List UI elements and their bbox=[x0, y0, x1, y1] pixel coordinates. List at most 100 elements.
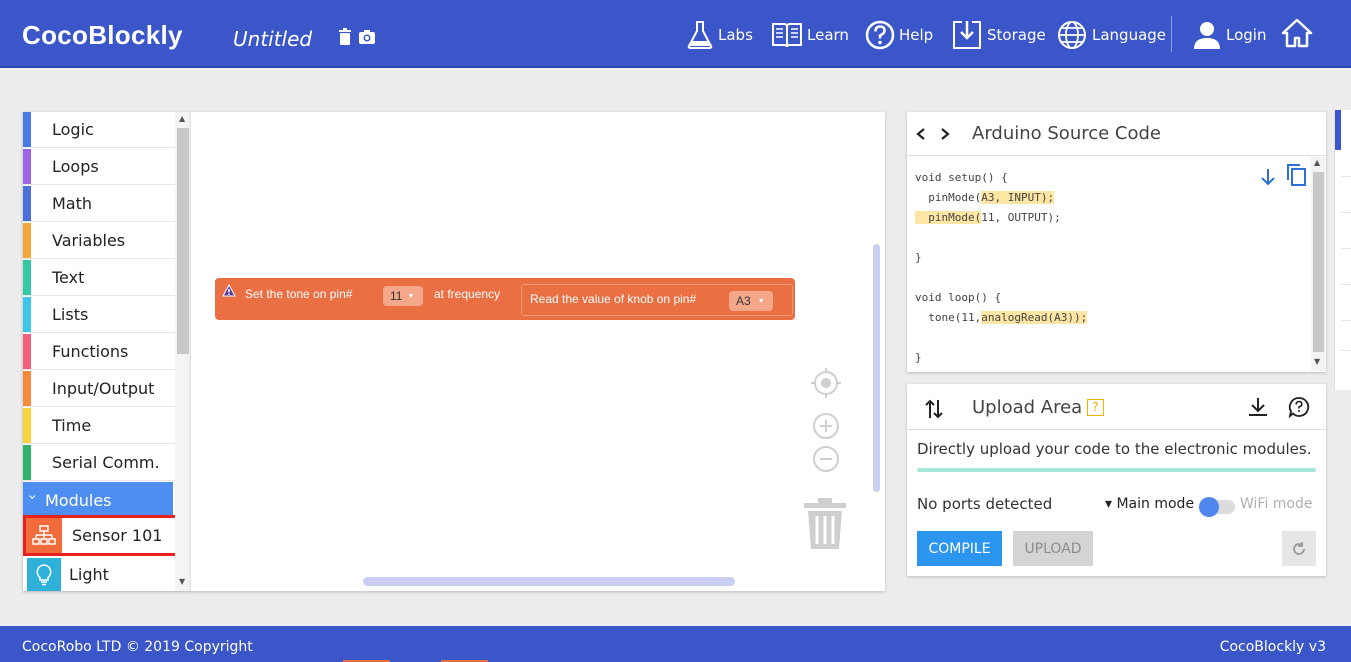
category-label: Input/Output bbox=[52, 379, 155, 398]
swap-vertical-icon[interactable] bbox=[924, 398, 944, 420]
upload-help-badge[interactable]: ? bbox=[1087, 399, 1104, 416]
workspace-vertical-scrollbar[interactable] bbox=[873, 244, 880, 492]
sidebar-item-serial-comm[interactable]: Serial Comm. bbox=[23, 445, 175, 481]
right-edge-panel bbox=[1334, 110, 1351, 390]
globe-icon bbox=[1058, 21, 1086, 49]
download-tray-icon[interactable] bbox=[1247, 396, 1269, 418]
help-chat-icon[interactable] bbox=[1288, 396, 1310, 418]
workspace-trash-icon[interactable] bbox=[802, 497, 848, 551]
footer-copyright: CocoRobo LTD © 2019 Copyright bbox=[22, 639, 253, 655]
nav-labs[interactable]: Labs bbox=[686, 18, 753, 52]
category-color-bar bbox=[23, 334, 31, 369]
lightbulb-icon bbox=[27, 558, 61, 591]
zoom-out-icon[interactable] bbox=[812, 445, 840, 473]
ports-status: No ports detected bbox=[917, 495, 1053, 513]
category-color-bar bbox=[23, 371, 31, 406]
category-label: Math bbox=[52, 194, 93, 213]
wifi-mode-label: WiFi mode bbox=[1240, 496, 1313, 512]
nav-login-label: Login bbox=[1226, 26, 1267, 44]
pin-dropdown[interactable]: 11 ▼ bbox=[383, 286, 423, 306]
sidebar-item-loops[interactable]: Loops bbox=[23, 149, 175, 185]
nav-language[interactable]: Language bbox=[1056, 18, 1166, 52]
source-code-text[interactable]: void setup() { pinMode(A3, INPUT); pinMo… bbox=[915, 168, 1088, 368]
category-color-bar bbox=[23, 186, 31, 221]
knob-block-label: Read the value of knob on pin# bbox=[530, 292, 697, 306]
document-title[interactable]: Untitled bbox=[233, 27, 312, 51]
category-color-bar bbox=[23, 149, 31, 184]
category-label: Loops bbox=[52, 157, 99, 176]
sidebar-item-functions[interactable]: Functions bbox=[23, 334, 175, 370]
upload-area-title: Upload Area bbox=[972, 397, 1083, 418]
sidebar-item-logic[interactable]: Logic bbox=[23, 112, 175, 148]
divider bbox=[1341, 284, 1351, 285]
footer: CocoRobo LTD © 2019 Copyright CocoBlockl… bbox=[0, 626, 1351, 662]
blockly-workspace[interactable]: Set the tone on pin# 11 ▼ at frequency R… bbox=[191, 112, 885, 591]
nav-labs-label: Labs bbox=[718, 26, 753, 44]
upload-area-panel: Upload Area ? Directly upload your code … bbox=[907, 384, 1326, 576]
sensor-tree-icon bbox=[26, 518, 62, 553]
footer-version: CocoBlockly v3 bbox=[1219, 639, 1326, 655]
tone-block-freq-label: at frequency bbox=[434, 287, 501, 301]
sidebar-item-lists[interactable]: Lists bbox=[23, 297, 175, 333]
code-line: void loop() { bbox=[915, 291, 1002, 304]
book-icon bbox=[772, 23, 802, 48]
code-highlight: analogRead(A3)); bbox=[981, 311, 1088, 324]
upload-button[interactable]: UPLOAD bbox=[1013, 531, 1093, 566]
nav-learn[interactable]: Learn bbox=[771, 18, 849, 52]
analog-pin-dropdown[interactable]: A3 ▼ bbox=[729, 291, 773, 311]
nav-storage-label: Storage bbox=[987, 26, 1046, 44]
code-line: } bbox=[915, 351, 922, 364]
sidebar-item-text[interactable]: Text bbox=[23, 260, 175, 296]
category-color-bar bbox=[23, 260, 31, 295]
sidebar-item-sensor-101[interactable]: Sensor 101 bbox=[23, 515, 180, 556]
compile-button[interactable]: COMPILE bbox=[917, 531, 1002, 566]
top-navbar: CocoBlockly Untitled Labs Learn Help Sto… bbox=[0, 0, 1351, 68]
source-code-title: Arduino Source Code bbox=[972, 123, 1161, 144]
code-line: pinMode( bbox=[915, 191, 982, 204]
source-code-header: Arduino Source Code bbox=[907, 112, 1326, 156]
sidebar-item-time[interactable]: Time bbox=[23, 408, 175, 444]
refresh-icon bbox=[1293, 541, 1305, 555]
sensor-101-label: Sensor 101 bbox=[72, 526, 163, 545]
upload-description: Directly upload your code to the electro… bbox=[917, 440, 1312, 458]
category-label: Time bbox=[52, 416, 92, 435]
divider bbox=[1341, 350, 1351, 351]
category-color-bar bbox=[23, 408, 31, 443]
download-arrow-icon[interactable] bbox=[1259, 167, 1277, 187]
home-icon[interactable] bbox=[1281, 18, 1313, 48]
mode-toggle-knob[interactable] bbox=[1199, 497, 1219, 517]
sidebar-item-light[interactable]: Light bbox=[27, 558, 177, 591]
sidebar-item-math[interactable]: Math bbox=[23, 186, 175, 222]
flask-icon bbox=[687, 21, 713, 49]
divider bbox=[1341, 212, 1351, 213]
divider bbox=[1341, 320, 1351, 321]
category-color-bar bbox=[23, 445, 31, 480]
nav-login[interactable]: Login bbox=[1192, 18, 1266, 52]
zoom-in-icon[interactable] bbox=[812, 412, 840, 440]
source-code-panel: Arduino Source Code void setup() { pinMo… bbox=[907, 112, 1326, 372]
recenter-icon[interactable] bbox=[810, 367, 842, 399]
pin-dropdown-value: 11 bbox=[390, 289, 403, 303]
copy-icon[interactable] bbox=[1285, 163, 1307, 187]
code-scrollbar-thumb[interactable] bbox=[1313, 172, 1324, 352]
question-circle-icon bbox=[865, 20, 895, 50]
code-line: 11, OUTPUT); bbox=[981, 211, 1061, 224]
workspace-horizontal-scrollbar[interactable] bbox=[363, 577, 735, 586]
nav-storage[interactable]: Storage bbox=[951, 18, 1046, 52]
warning-triangle-icon[interactable] bbox=[222, 284, 236, 297]
toolbox-scrollbar-thumb[interactable] bbox=[177, 128, 189, 354]
code-highlight: A3, INPUT); bbox=[981, 191, 1055, 204]
nav-help[interactable]: Help bbox=[865, 18, 933, 52]
camera-icon[interactable] bbox=[358, 28, 376, 46]
tone-block-prefix: Set the tone on pin# bbox=[245, 287, 353, 301]
light-label: Light bbox=[69, 565, 109, 584]
brand-logo[interactable]: CocoBlockly bbox=[22, 20, 183, 51]
sidebar-item-variables[interactable]: Variables bbox=[23, 223, 175, 259]
modules-category[interactable]: › Modules bbox=[23, 482, 173, 518]
right-edge-accent bbox=[1335, 110, 1341, 150]
refresh-ports-button[interactable] bbox=[1282, 531, 1316, 566]
category-color-bar bbox=[23, 112, 31, 147]
sidebar-item-input-output[interactable]: Input/Output bbox=[23, 371, 175, 407]
main-mode-label[interactable]: ▾ Main mode bbox=[1105, 496, 1194, 512]
trash-icon[interactable] bbox=[336, 28, 354, 46]
